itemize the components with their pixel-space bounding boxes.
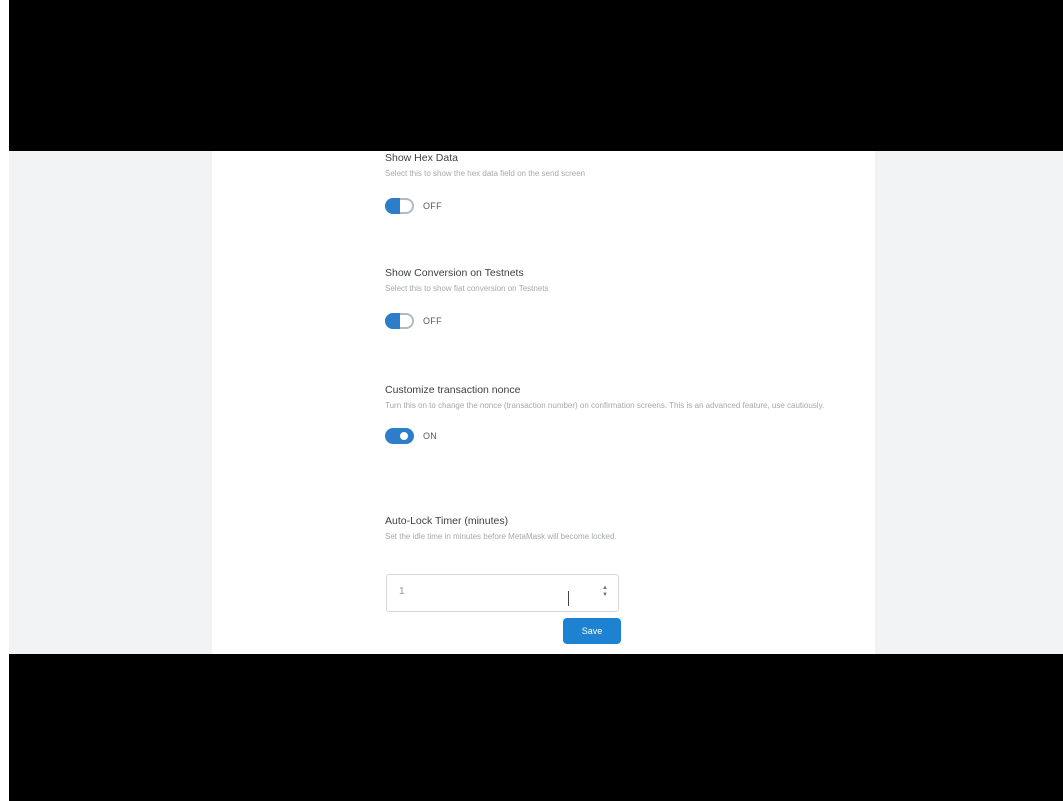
- setting-title: Show Conversion on Testnets: [385, 267, 524, 279]
- toggle-knob: [397, 429, 411, 443]
- setting-title: Auto-Lock Timer (minutes): [385, 515, 509, 527]
- setting-description: Turn this on to change the nonce (transa…: [385, 401, 825, 410]
- setting-description: Set the idle time in minutes before Meta…: [385, 532, 617, 541]
- settings-viewport: Show Hex Data Select this to show the he…: [9, 151, 1063, 654]
- chevron-up-icon[interactable]: ▲: [601, 585, 609, 592]
- setting-show-conversion-testnets: Show Conversion on Testnets Select this …: [385, 266, 865, 329]
- setting-description: Select this to show fiat conversion on T…: [385, 284, 549, 293]
- show-hex-data-toggle[interactable]: [385, 198, 414, 214]
- show-conversion-testnets-toggle[interactable]: [385, 313, 414, 329]
- save-button[interactable]: Save: [563, 618, 621, 644]
- customize-nonce-toggle[interactable]: [385, 428, 414, 444]
- toggle-row: OFF: [385, 313, 865, 329]
- setting-auto-lock-timer: Auto-Lock Timer (minutes) Set the idle t…: [385, 514, 865, 543]
- auto-lock-input[interactable]: 1 ▲ ▼: [386, 574, 619, 612]
- toggle-knob: [388, 316, 398, 326]
- number-spinner[interactable]: ▲ ▼: [601, 585, 609, 599]
- toggle-knob: [388, 201, 398, 211]
- toggle-label: OFF: [423, 201, 442, 211]
- setting-show-hex-data: Show Hex Data Select this to show the he…: [385, 151, 865, 214]
- setting-title: Show Hex Data: [385, 152, 458, 164]
- toggle-row: ON: [385, 428, 865, 444]
- toggle-row: OFF: [385, 198, 865, 214]
- settings-panel: Show Hex Data Select this to show the he…: [212, 151, 875, 654]
- setting-title: Customize transaction nonce: [385, 384, 521, 396]
- toggle-label: OFF: [423, 316, 442, 326]
- setting-description: Select this to show the hex data field o…: [385, 169, 586, 178]
- chevron-down-icon[interactable]: ▼: [601, 592, 609, 599]
- auto-lock-value: 1: [399, 586, 405, 597]
- setting-customize-nonce: Customize transaction nonce Turn this on…: [385, 383, 865, 444]
- toggle-label: ON: [423, 431, 438, 441]
- text-cursor-icon: [568, 591, 569, 606]
